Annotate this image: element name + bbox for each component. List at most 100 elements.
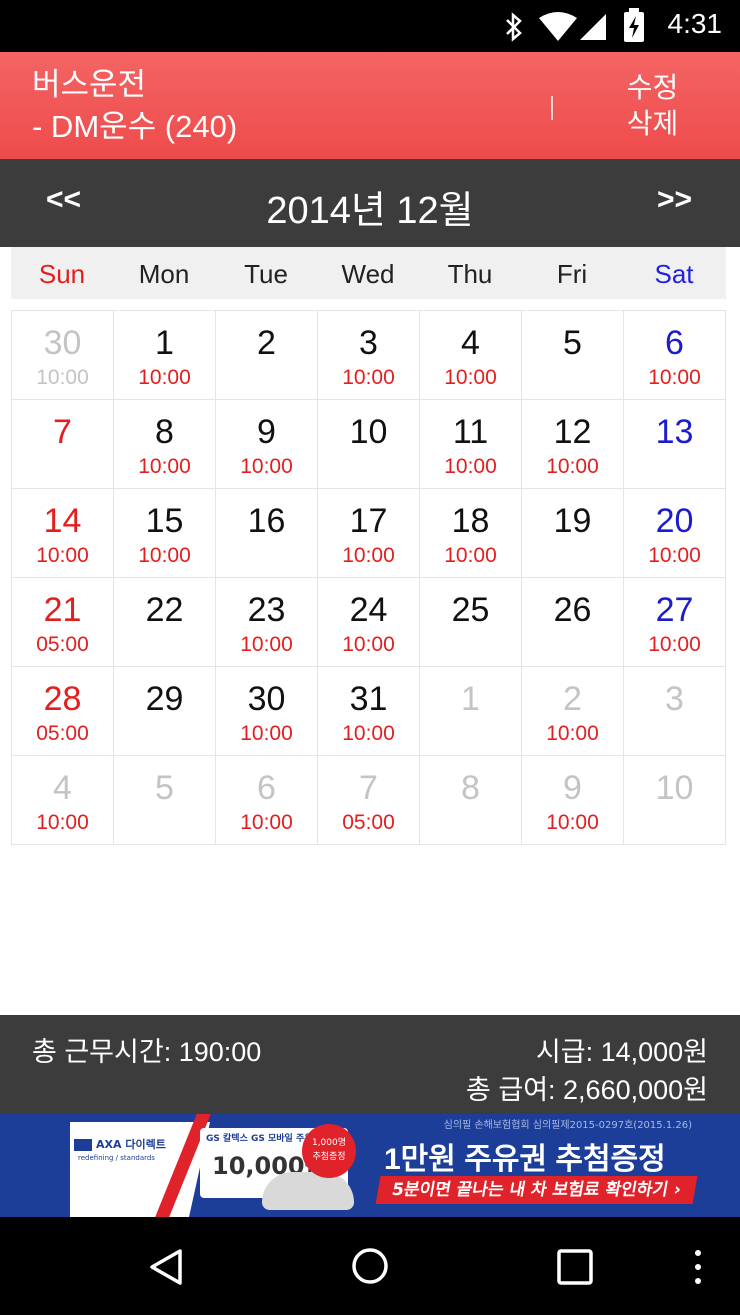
calendar-day-cell[interactable]: 18 10:00 — [419, 488, 522, 578]
shift-time: 10:00 — [240, 633, 293, 656]
day-number: 30 — [43, 324, 82, 362]
shift-time — [624, 723, 725, 745]
shift-time: 10:00 — [240, 811, 293, 834]
shift-time — [522, 367, 623, 389]
edit-button[interactable]: 수정 — [600, 70, 705, 106]
calendar-day-cell[interactable]: 1 10:00 — [113, 310, 216, 400]
day-number: 18 — [451, 502, 490, 540]
shift-time — [114, 812, 215, 834]
overflow-menu-icon[interactable] — [688, 1247, 708, 1287]
shift-time: 10:00 — [342, 544, 395, 567]
weekday-mon: Mon — [138, 259, 190, 289]
calendar-day-cell[interactable]: 8 — [419, 755, 522, 845]
ad-brand: AXA 다이렉트 — [96, 1138, 166, 1151]
title-line-2: - DM운수 (240) — [32, 109, 238, 144]
calendar-day-cell[interactable]: 2 — [215, 310, 318, 400]
shift-time: 10:00 — [36, 544, 89, 567]
shift-time — [624, 456, 725, 478]
shift-time: 10:00 — [240, 455, 293, 478]
ad-subline: 5분이면 끝나는 내 차 보험료 확인하기 › — [375, 1176, 698, 1204]
next-month-button[interactable]: >> — [657, 183, 692, 217]
month-navigation: << 2014년 12월 >> — [0, 159, 740, 247]
calendar-day-cell[interactable]: 4 10:00 — [11, 755, 114, 845]
calendar-day-cell[interactable]: 1 — [419, 666, 522, 756]
day-number: 9 — [257, 413, 276, 451]
calendar-day-cell[interactable]: 10 — [623, 755, 726, 845]
calendar-day-cell[interactable]: 3 — [623, 666, 726, 756]
day-number: 28 — [43, 680, 82, 718]
calendar-day-cell[interactable]: 30 10:00 — [11, 310, 114, 400]
calendar-day-cell[interactable]: 24 10:00 — [317, 577, 420, 667]
recents-icon[interactable] — [556, 1248, 594, 1286]
home-icon[interactable] — [350, 1246, 390, 1286]
calendar-day-cell[interactable]: 6 10:00 — [623, 310, 726, 400]
calendar-day-cell[interactable]: 29 — [113, 666, 216, 756]
calendar-day-cell[interactable]: 5 — [521, 310, 624, 400]
shift-time: 05:00 — [36, 633, 89, 656]
day-number: 1 — [155, 324, 174, 362]
summary-bar: 총 근무시간: 190:00 시급: 14,000원 총 급여: 2,660,0… — [0, 1015, 740, 1114]
day-number: 4 — [53, 769, 72, 807]
calendar-day-cell[interactable]: 19 — [521, 488, 624, 578]
calendar-day-cell[interactable]: 7 05:00 — [317, 755, 420, 845]
calendar-day-cell[interactable]: 3 10:00 — [317, 310, 420, 400]
calendar-day-cell[interactable]: 2 10:00 — [521, 666, 624, 756]
day-number: 5 — [155, 769, 174, 807]
calendar-day-cell[interactable]: 21 05:00 — [11, 577, 114, 667]
calendar-day-cell[interactable]: 27 10:00 — [623, 577, 726, 667]
calendar-day-cell[interactable]: 15 10:00 — [113, 488, 216, 578]
calendar-day-cell[interactable]: 22 — [113, 577, 216, 667]
calendar-day-cell[interactable]: 23 10:00 — [215, 577, 318, 667]
delete-button[interactable]: 삭제 — [600, 106, 705, 142]
calendar-day-cell[interactable]: 13 — [623, 399, 726, 489]
shift-time — [624, 812, 725, 834]
weekday-tue: Tue — [244, 259, 288, 289]
divider — [551, 96, 553, 120]
day-number: 6 — [257, 769, 276, 807]
calendar-day-cell[interactable]: 8 10:00 — [113, 399, 216, 489]
calendar-day-cell[interactable]: 11 10:00 — [419, 399, 522, 489]
shift-time: 10:00 — [342, 633, 395, 656]
day-number: 15 — [145, 502, 184, 540]
shift-time: 10:00 — [342, 722, 395, 745]
day-number: 22 — [145, 591, 184, 629]
calendar-day-cell[interactable]: 20 10:00 — [623, 488, 726, 578]
ad-banner[interactable]: AXA 다이렉트 redefining / standards GS 칼텍스 G… — [0, 1114, 740, 1217]
calendar-day-cell[interactable]: 7 — [11, 399, 114, 489]
ad-tagline: redefining / standards — [78, 1154, 155, 1162]
weekday-wed: Wed — [341, 259, 395, 289]
cell-signal-icon — [580, 14, 606, 40]
battery-icon — [624, 8, 644, 42]
calendar-day-cell[interactable]: 6 10:00 — [215, 755, 318, 845]
day-number: 27 — [655, 591, 694, 629]
calendar-day-cell[interactable]: 9 10:00 — [521, 755, 624, 845]
calendar-day-cell[interactable]: 16 — [215, 488, 318, 578]
status-bar: 4:31 — [0, 0, 740, 52]
shift-time — [216, 545, 317, 567]
calendar-day-cell[interactable]: 17 10:00 — [317, 488, 420, 578]
weekday-header: Sun Mon Tue Wed Thu Fri Sat — [11, 247, 726, 299]
calendar-day-cell[interactable]: 14 10:00 — [11, 488, 114, 578]
calendar-day-cell[interactable]: 9 10:00 — [215, 399, 318, 489]
calendar-day-cell[interactable]: 10 — [317, 399, 420, 489]
calendar-day-cell[interactable]: 4 10:00 — [419, 310, 522, 400]
day-number: 8 — [461, 769, 480, 807]
calendar-day-cell[interactable]: 5 — [113, 755, 216, 845]
bluetooth-icon — [506, 12, 522, 42]
calendar-day-cell[interactable]: 31 10:00 — [317, 666, 420, 756]
navigation-bar — [0, 1217, 740, 1315]
calendar-day-cell[interactable]: 30 10:00 — [215, 666, 318, 756]
day-number: 19 — [553, 502, 592, 540]
day-number: 31 — [349, 680, 388, 718]
day-number: 2 — [257, 324, 276, 362]
day-number: 7 — [53, 413, 72, 451]
back-icon[interactable] — [146, 1247, 186, 1287]
calendar-day-cell[interactable]: 25 — [419, 577, 522, 667]
calendar-day-cell[interactable]: 26 — [521, 577, 624, 667]
day-number: 7 — [359, 769, 378, 807]
day-number: 30 — [247, 680, 286, 718]
shift-time: 10:00 — [546, 455, 599, 478]
calendar-day-cell[interactable]: 12 10:00 — [521, 399, 624, 489]
day-number: 17 — [349, 502, 388, 540]
calendar-day-cell[interactable]: 28 05:00 — [11, 666, 114, 756]
